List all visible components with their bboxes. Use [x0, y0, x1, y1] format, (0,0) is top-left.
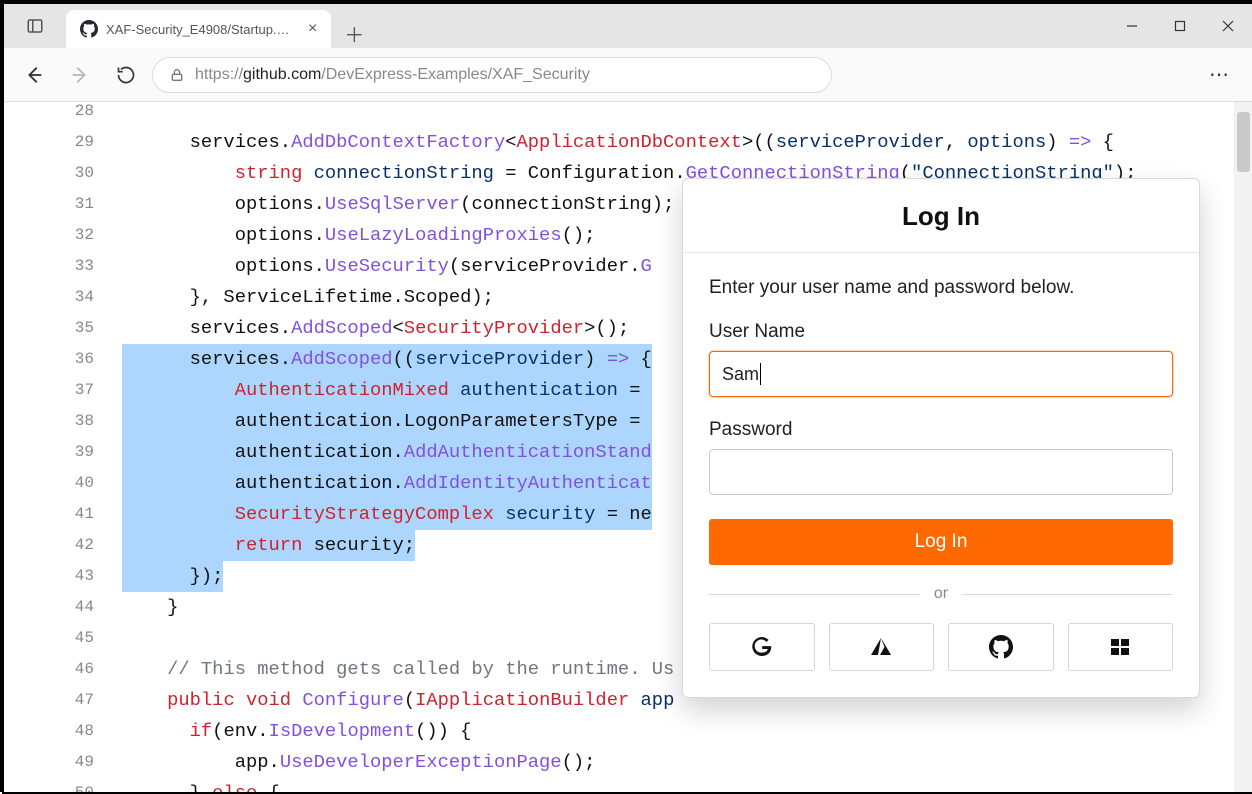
tab-close-icon[interactable]: ×	[304, 20, 321, 38]
lock-icon	[169, 67, 185, 83]
browser-toolbar: https://github.com/DevExpress-Examples/X…	[4, 48, 1252, 102]
code-text: return security;	[122, 530, 415, 561]
password-input[interactable]	[709, 449, 1173, 495]
code-text	[122, 102, 280, 127]
line-number: 30	[4, 158, 122, 189]
login-title: Log In	[683, 179, 1199, 253]
code-text: app.UseDeveloperExceptionPage();	[122, 747, 595, 778]
line-number: 34	[4, 282, 122, 313]
line-number: 37	[4, 375, 122, 406]
code-text: }, ServiceLifetime.Scoped);	[122, 282, 494, 313]
login-or-divider: or	[709, 585, 1173, 603]
line-number: 40	[4, 468, 122, 499]
line-number: 45	[4, 623, 122, 654]
line-number: 28	[4, 102, 122, 127]
tab-title: XAF-Security_E4908/Startup.cs at	[106, 22, 296, 37]
window-close-button[interactable]	[1204, 4, 1252, 48]
line-number: 31	[4, 189, 122, 220]
line-number: 42	[4, 530, 122, 561]
nav-forward-button[interactable]	[60, 55, 100, 95]
tab-strip: XAF-Security_E4908/Startup.cs at × ＋	[66, 4, 371, 48]
login-submit-button[interactable]: Log In	[709, 519, 1173, 565]
browser-titlebar: XAF-Security_E4908/Startup.cs at × ＋	[4, 4, 1252, 48]
code-line: 50 } else {	[4, 778, 1252, 792]
code-text: authentication.AddIdentityAuthenticat	[122, 468, 652, 499]
login-panel: Log In Enter your user name and password…	[682, 178, 1200, 698]
window-buttons	[1108, 4, 1252, 48]
code-text: services.AddScoped((serviceProvider) => …	[122, 344, 652, 375]
line-number: 32	[4, 220, 122, 251]
provider-github-button[interactable]	[948, 623, 1054, 671]
code-line: 28	[4, 102, 1252, 127]
code-text: services.AddDbContextFactory<Application…	[122, 127, 1114, 158]
browser-menu-button[interactable]: ⋯	[1198, 62, 1242, 87]
code-text: authentication.AddAuthenticationStand	[122, 437, 652, 468]
code-line: 49 app.UseDeveloperExceptionPage();	[4, 747, 1252, 778]
provider-azure-button[interactable]	[829, 623, 935, 671]
github-icon	[989, 635, 1013, 659]
page-viewport: 28 29 services.AddDbContextFactory<Appli…	[4, 102, 1252, 792]
github-favicon-icon	[80, 20, 98, 38]
code-text: authentication.LogonParametersType =	[122, 406, 652, 437]
newtab-button[interactable]: ＋	[337, 19, 371, 48]
line-number: 49	[4, 747, 122, 778]
line-number: 33	[4, 251, 122, 282]
nav-refresh-button[interactable]	[106, 55, 146, 95]
login-providers	[709, 623, 1173, 671]
address-bar[interactable]: https://github.com/DevExpress-Examples/X…	[152, 57, 832, 93]
line-number: 50	[4, 778, 122, 792]
code-text: });	[122, 561, 223, 592]
code-line: 48 if(env.IsDevelopment()) {	[4, 716, 1252, 747]
line-number: 46	[4, 654, 122, 685]
vertical-scrollbar[interactable]	[1234, 102, 1252, 792]
scrollbar-thumb[interactable]	[1237, 112, 1250, 172]
line-number: 35	[4, 313, 122, 344]
code-text: options.UseLazyLoadingProxies();	[122, 220, 595, 251]
google-icon	[750, 635, 774, 659]
line-number: 39	[4, 437, 122, 468]
line-number: 29	[4, 127, 122, 158]
provider-windows-button[interactable]	[1068, 623, 1174, 671]
code-text: AuthenticationMixed authentication =	[122, 375, 652, 406]
code-text: if(env.IsDevelopment()) {	[122, 716, 471, 747]
password-label: Password	[709, 419, 1173, 441]
code-text: options.UseSecurity(serviceProvider.G	[122, 251, 652, 282]
nav-back-button[interactable]	[14, 55, 54, 95]
line-number: 44	[4, 592, 122, 623]
line-number: 36	[4, 344, 122, 375]
username-input[interactable]: Sam	[709, 351, 1173, 397]
url-text: https://github.com/DevExpress-Examples/X…	[195, 66, 590, 84]
line-number: 41	[4, 499, 122, 530]
username-label: User Name	[709, 321, 1173, 343]
code-text: public void Configure(IApplicationBuilde…	[122, 685, 674, 716]
code-text: // This method gets called by the runtim…	[122, 654, 674, 685]
code-line: 29 services.AddDbContextFactory<Applicat…	[4, 127, 1252, 158]
code-text: SecurityStrategyComplex security = ne	[122, 499, 652, 530]
line-number: 48	[4, 716, 122, 747]
code-text: services.AddScoped<SecurityProvider>();	[122, 313, 629, 344]
line-number: 47	[4, 685, 122, 716]
window-minimize-button[interactable]	[1108, 4, 1156, 48]
tabs-sidebar-button[interactable]	[4, 4, 66, 48]
windows-icon	[1108, 635, 1132, 659]
login-instruction: Enter your user name and password below.	[709, 277, 1173, 299]
provider-google-button[interactable]	[709, 623, 815, 671]
line-number: 38	[4, 406, 122, 437]
azure-icon	[869, 635, 893, 659]
code-text: }	[122, 592, 178, 623]
browser-tab[interactable]: XAF-Security_E4908/Startup.cs at ×	[66, 10, 331, 48]
code-text: } else {	[122, 778, 280, 792]
window-maximize-button[interactable]	[1156, 4, 1204, 48]
line-number: 43	[4, 561, 122, 592]
code-text: options.UseSqlServer(connectionString);	[122, 189, 674, 220]
